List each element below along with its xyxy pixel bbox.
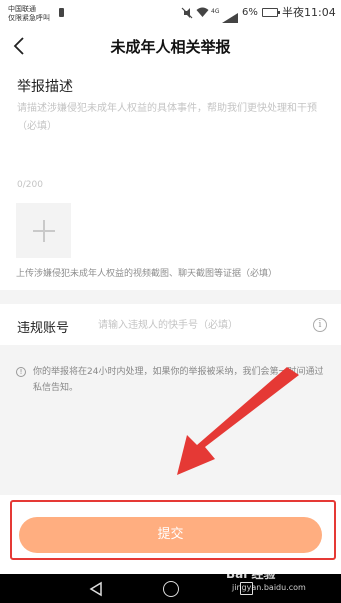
page-title: 未成年人相关举报 — [110, 38, 231, 56]
watermark-url: jingyan.baidu.com — [232, 583, 306, 592]
signal-icon — [222, 8, 238, 23]
battery-percent: 6% — [242, 7, 258, 18]
notice-info-icon: ! — [16, 367, 26, 377]
submit-button[interactable]: 提交 — [19, 517, 322, 553]
nav-home-icon[interactable] — [163, 581, 179, 597]
account-label: 违规账号 — [17, 321, 70, 336]
account-input[interactable] — [98, 316, 303, 334]
plus-icon-vertical — [43, 220, 45, 242]
carrier-status: 仅限紧急呼叫 — [8, 14, 50, 22]
section-divider — [0, 290, 341, 304]
description-section-title: 举报描述 — [17, 79, 73, 95]
sim-icon — [59, 8, 64, 17]
battery-icon — [262, 8, 280, 17]
mute-icon — [181, 7, 193, 23]
wifi-icon — [196, 6, 209, 22]
char-count: 0/200 — [17, 180, 43, 190]
info-icon[interactable]: i — [313, 318, 327, 332]
annotation-arrow-icon — [177, 367, 299, 475]
watermark-logo: Bai 经验 — [226, 567, 276, 581]
add-photo-button[interactable] — [16, 203, 71, 258]
status-bar: 中国联通 仅限紧急呼叫 4G 6% 半夜11:04 — [0, 0, 341, 28]
description-textarea[interactable] — [17, 100, 327, 172]
clock: 半夜11:04 — [282, 6, 336, 19]
carrier-name: 中国联通 — [8, 5, 36, 13]
upload-hint: 上传涉嫌侵犯未成年人权益的视频截图、聊天截图等证据（必填） — [16, 269, 278, 279]
nav-back-icon[interactable] — [88, 581, 104, 597]
network-type-label: 4G — [211, 8, 220, 15]
